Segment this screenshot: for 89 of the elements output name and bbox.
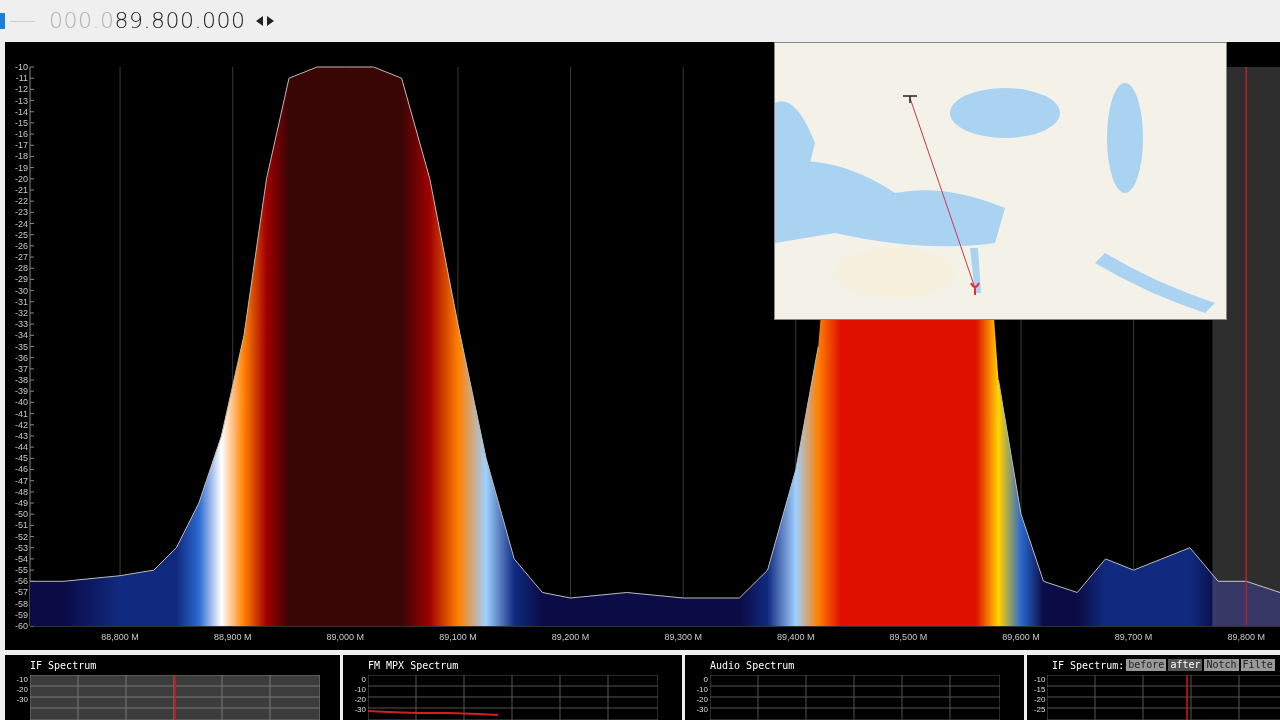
y-axis-label: -37 — [15, 363, 28, 374]
x-axis-label: 89,600 M — [1002, 632, 1040, 642]
y-axis-label: -26 — [15, 240, 28, 251]
y-axis-label: -17 — [15, 140, 28, 151]
y-axis-label: -24 — [15, 218, 28, 229]
filter-tab[interactable]: Notch — [1204, 659, 1239, 671]
y-axis-label: -12 — [15, 84, 28, 95]
y-axis-label: -20 — [354, 695, 366, 705]
y-axis-label: -36 — [15, 352, 28, 363]
y-axis-label: -28 — [15, 263, 28, 274]
filter-tab[interactable]: after — [1168, 659, 1203, 671]
y-axis-label: -14 — [15, 106, 28, 117]
y-axis-label: -59 — [15, 609, 28, 620]
y-axis-label: -60 — [15, 621, 28, 631]
y-axis-label: -30 — [354, 705, 366, 715]
y-axis-label: -10 — [354, 685, 366, 695]
y-axis-label: -21 — [15, 185, 28, 195]
y-axis-label: -41 — [15, 408, 28, 419]
tuner-marker — [0, 13, 5, 29]
y-axis-label: -38 — [15, 375, 28, 386]
y-axis-label: -22 — [15, 196, 28, 207]
y-axis-label: -53 — [15, 542, 28, 553]
y-axis-label: -30 — [696, 705, 708, 715]
x-axis-label: 89,800 M — [1227, 632, 1265, 642]
y-axis-label: -10 — [1033, 675, 1046, 685]
y-axis-label: -29 — [15, 274, 28, 285]
y-axis-label: -58 — [15, 598, 28, 609]
y-axis-label: -45 — [15, 453, 28, 464]
y-axis-label: -25 — [1033, 705, 1046, 715]
y-axis-label: -20 — [16, 685, 28, 695]
y-axis-label: -23 — [15, 207, 28, 218]
y-axis-label: -40 — [15, 397, 28, 408]
panel-title: IF Spectrum: — [1052, 658, 1125, 673]
y-axis-label: -27 — [15, 252, 28, 263]
panel-title: IF Spectrum — [30, 658, 97, 673]
y-axis-label: -48 — [15, 486, 28, 497]
x-axis-label: 88,900 M — [213, 632, 252, 642]
x-axis-label: 89,300 M — [664, 632, 702, 642]
y-axis-label: -51 — [15, 520, 28, 531]
y-axis-label: -10 — [16, 675, 28, 685]
y-axis-label: -31 — [15, 296, 28, 307]
y-axis-label: -20 — [696, 695, 708, 705]
y-axis-label: -52 — [15, 531, 28, 542]
y-axis-label: -55 — [15, 565, 28, 576]
y-axis-label: -39 — [15, 386, 28, 397]
x-axis-label: 89,100 M — [439, 632, 477, 642]
y-axis-label: -25 — [15, 229, 28, 240]
y-axis-label: -10 — [696, 685, 708, 695]
x-axis-label: 89,200 M — [551, 632, 590, 642]
y-axis-label: -57 — [15, 587, 28, 598]
y-axis-label: -43 — [15, 430, 28, 441]
tuning-marker[interactable] — [1245, 66, 1247, 627]
y-axis-label: -32 — [15, 307, 28, 318]
y-axis-label: 0 — [703, 675, 708, 685]
x-axis-label: 89,700 M — [1114, 632, 1153, 642]
y-axis-label: -44 — [15, 442, 28, 453]
y-axis-label: -13 — [15, 95, 28, 106]
y-axis-label: -54 — [15, 553, 28, 564]
panel-title: FM MPX Spectrum — [368, 658, 459, 673]
y-axis-label: -11 — [15, 73, 28, 84]
y-axis-label: -20 — [15, 173, 28, 184]
y-axis-label: -18 — [15, 151, 28, 162]
y-axis-label: -56 — [15, 576, 28, 587]
y-axis-label: -42 — [15, 419, 28, 430]
y-axis-label: -46 — [15, 464, 28, 475]
y-axis-label: -49 — [15, 498, 28, 508]
y-axis-label: -30 — [16, 695, 28, 705]
frequency-display[interactable]: 000.089.800.000 — [49, 10, 246, 32]
y-axis-label: -30 — [15, 285, 28, 296]
y-axis-label: -35 — [15, 341, 28, 352]
panel-title: Audio Spectrum — [710, 658, 795, 673]
x-axis-label: 89,400 M — [777, 632, 815, 642]
y-axis-label: -19 — [15, 162, 28, 173]
y-axis-label: -16 — [15, 129, 28, 140]
y-axis-label: -47 — [15, 475, 28, 486]
filter-tab[interactable]: Filte — [1240, 659, 1275, 671]
y-axis-label: -50 — [15, 509, 28, 520]
x-axis-label: 89,000 M — [326, 632, 365, 642]
y-axis-label: -33 — [15, 319, 28, 330]
x-axis-label: 88,800 M — [101, 632, 139, 642]
y-axis-label: -10 — [15, 62, 28, 72]
y-axis-label: -15 — [15, 117, 28, 128]
filter-tab[interactable]: before — [1126, 659, 1167, 671]
y-axis-label: 0 — [361, 675, 366, 685]
x-axis-label: 89,500 M — [889, 632, 928, 642]
y-axis-label: -34 — [15, 330, 28, 341]
y-axis-label: -15 — [1033, 685, 1046, 695]
y-axis-label: -20 — [1033, 695, 1046, 705]
tuning-arrows-icon[interactable] — [255, 15, 276, 27]
